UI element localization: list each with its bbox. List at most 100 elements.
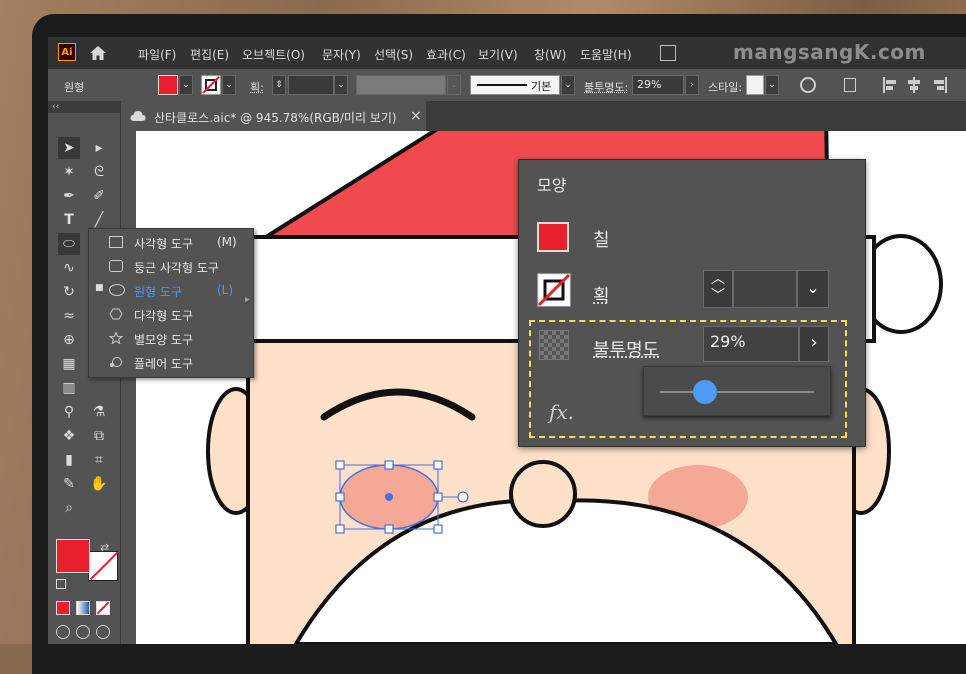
fill-box[interactable]: [56, 539, 90, 573]
curvature-tool-icon[interactable]: ✐: [88, 185, 110, 207]
shape-tool-flyout: 사각형 도구 (M) 둥근 사각형 도구 ■ 원형 도구 (L) 다각형 도구 …: [88, 228, 254, 378]
align-right-icon[interactable]: [932, 77, 948, 93]
close-tab-icon[interactable]: ×: [410, 108, 422, 124]
document-tab[interactable]: 산타클로스.aic* @ 945.78%(RGB/미리 보기) ×: [122, 101, 426, 131]
brush-definition[interactable]: 기본: [470, 75, 560, 95]
stroke-weight-dropdown[interactable]: ⌄: [334, 75, 348, 95]
align-center-icon[interactable]: [906, 77, 922, 93]
symbol-sprayer-icon[interactable]: ❖: [58, 425, 80, 447]
column-graph-icon[interactable]: ▮: [58, 449, 80, 471]
swap-fill-stroke-icon[interactable]: ⇄: [100, 541, 109, 554]
paintbrush-icon[interactable]: ∿: [58, 257, 80, 279]
color-mode-icon[interactable]: [56, 601, 70, 615]
flyout-label: 사각형 도구: [134, 237, 194, 251]
selection-tool-icon[interactable]: ➤: [58, 137, 80, 159]
align-left-icon[interactable]: [882, 77, 898, 93]
flyout-shortcut: (L): [217, 283, 234, 297]
watermark: mangsangK.com: [733, 40, 926, 64]
document-tab-bar: 산타클로스.aic* @ 945.78%(RGB/미리 보기) ×: [122, 101, 966, 131]
style-swatch[interactable]: [746, 75, 764, 95]
brush-dropdown[interactable]: ⌄: [561, 75, 575, 95]
menu-object[interactable]: 오브젝트(O): [242, 46, 305, 63]
object-type-label: 원형: [64, 81, 85, 94]
polygon-icon: [109, 308, 123, 320]
flyout-label: 플레어 도구: [134, 357, 194, 371]
pen-tool-icon[interactable]: ✒: [58, 185, 80, 207]
document-setup-icon[interactable]: [844, 78, 856, 92]
variable-width-profile[interactable]: [356, 75, 446, 95]
style-dropdown[interactable]: ⌄: [765, 75, 779, 95]
profile-dropdown[interactable]: ⌄: [447, 75, 461, 95]
menu-view[interactable]: 보기(V): [478, 46, 518, 63]
tearoff-arrow[interactable]: ▸: [245, 295, 250, 305]
eraser-icon[interactable]: ✎: [58, 473, 80, 495]
arrange-documents-icon[interactable]: [660, 45, 676, 61]
flyout-rectangle-tool[interactable]: 사각형 도구 (M): [89, 231, 253, 255]
menu-window[interactable]: 창(W): [534, 46, 566, 63]
menu-help[interactable]: 도움말(H): [580, 46, 632, 63]
slice-tool-icon[interactable]: ⧉: [88, 425, 110, 447]
stroke-none-swatch[interactable]: [537, 273, 571, 307]
rounded-rectangle-icon: [109, 260, 123, 272]
magic-wand-icon[interactable]: ✶: [58, 161, 80, 183]
menu-file[interactable]: 파일(F): [138, 46, 176, 63]
opacity-label[interactable]: 불투명도:: [584, 79, 628, 95]
tools-collapse[interactable]: ‹‹: [48, 101, 120, 113]
width-tool-icon[interactable]: ≈: [58, 305, 80, 327]
blend-tool-icon[interactable]: ⚲: [58, 401, 80, 423]
stroke-weight-field[interactable]: [288, 75, 334, 95]
menu-select[interactable]: 선택(S): [374, 46, 413, 63]
flyout-flare-tool[interactable]: 플레어 도구: [89, 351, 253, 375]
menu-edit[interactable]: 편집(E): [190, 46, 229, 63]
menu-effect[interactable]: 효과(C): [426, 46, 466, 63]
center-point: [385, 493, 393, 501]
stroke-weight-stepper[interactable]: ︿ ﹀: [703, 270, 733, 308]
stroke-label[interactable]: 획: [593, 282, 610, 308]
draw-inside-icon[interactable]: [96, 625, 110, 639]
perspective-grid-icon[interactable]: ▦: [58, 353, 80, 375]
artboard-tool-icon[interactable]: ⌗: [88, 449, 110, 471]
draw-normal-icon[interactable]: [56, 625, 70, 639]
default-colors-icon[interactable]: [56, 579, 66, 589]
none-mode-icon[interactable]: [96, 601, 110, 615]
stroke-weight-dropdown[interactable]: ⌄: [797, 270, 829, 308]
flyout-rounded-rectangle-tool[interactable]: 둥근 사각형 도구: [89, 255, 253, 279]
rotate-tool-icon[interactable]: ↻: [58, 281, 80, 303]
stroke-none-icon[interactable]: [201, 75, 221, 95]
recolor-icon[interactable]: [800, 77, 816, 93]
type-tool-icon[interactable]: T: [58, 209, 80, 231]
direct-selection-tool-icon[interactable]: ▸: [88, 137, 110, 159]
zoom-tool-icon[interactable]: ⌕: [58, 497, 80, 519]
hand-tool-icon[interactable]: ✋: [88, 473, 110, 495]
draw-behind-icon[interactable]: [76, 625, 90, 639]
opacity-field[interactable]: 29%: [632, 75, 684, 95]
lasso-icon[interactable]: ᘓ: [88, 161, 110, 183]
gradient-mode-icon[interactable]: [76, 601, 90, 615]
shape-builder-icon[interactable]: ⊕: [58, 329, 80, 351]
ellipse-tool-icon[interactable]: ⬭: [58, 233, 80, 255]
rectangle-icon: [109, 236, 123, 248]
document-title: 산타클로스.aic* @ 945.78%(RGB/미리 보기): [154, 111, 397, 125]
flyout-label: 원형 도구: [134, 285, 182, 299]
fill-swatch[interactable]: [158, 75, 178, 95]
flyout-star-tool[interactable]: 별모양 도구: [89, 327, 253, 351]
fill-label[interactable]: 칠: [593, 226, 610, 252]
fill-dropdown[interactable]: ⌄: [179, 75, 193, 95]
menu-type[interactable]: 문자(Y): [322, 46, 361, 63]
stroke-dropdown[interactable]: ⌄: [222, 75, 236, 95]
star-icon: [109, 332, 123, 344]
gradient-tool-icon[interactable]: ▥: [58, 377, 80, 399]
opacity-arrow[interactable]: ›: [685, 75, 699, 95]
illustrator-window: Ai 파일(F) 편집(E) 오브젝트(O) 문자(Y) 선택(S) 효과(C)…: [48, 37, 966, 644]
selected-bullet: ■: [95, 283, 104, 293]
stroke-weight-field[interactable]: [733, 270, 797, 308]
cloud-icon: [130, 111, 146, 121]
stroke-box[interactable]: [88, 551, 119, 581]
eyedropper-icon[interactable]: ⚗: [88, 401, 110, 423]
stroke-weight-stepper[interactable]: ⇕: [272, 75, 286, 95]
fill-swatch-large[interactable]: [537, 222, 569, 252]
flyout-ellipse-tool[interactable]: ■ 원형 도구 (L): [89, 279, 253, 303]
nose: [509, 460, 577, 528]
home-icon[interactable]: [88, 43, 108, 63]
flyout-polygon-tool[interactable]: 다각형 도구: [89, 303, 253, 327]
